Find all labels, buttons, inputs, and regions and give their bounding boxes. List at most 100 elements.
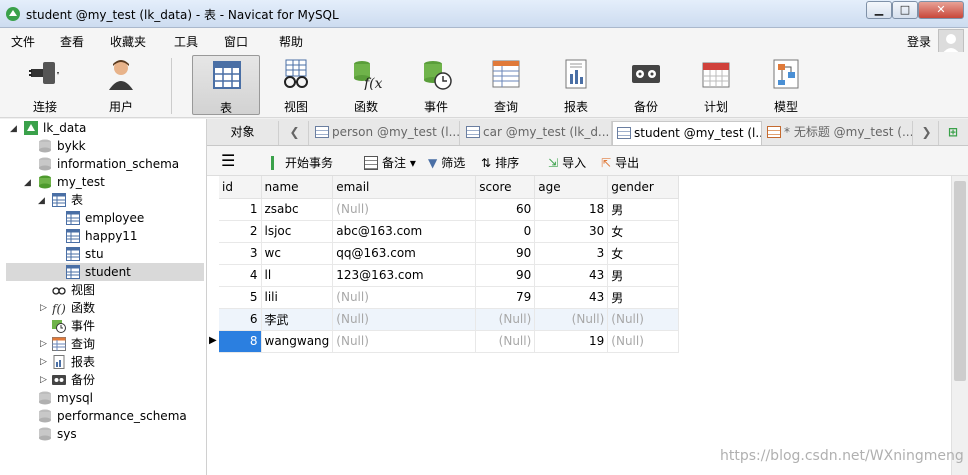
cell-gender[interactable]: 男 — [607, 264, 680, 287]
toolbar-event-button[interactable]: 事件 — [405, 55, 467, 115]
cell-id[interactable]: 6 — [219, 308, 262, 331]
toolbar-backup-button[interactable]: 备份 — [615, 55, 677, 115]
database-performance-schema[interactable]: performance_schema — [38, 407, 187, 425]
toolbar-function-button[interactable]: f(x) 函数 — [335, 55, 397, 115]
tab-scroll-left[interactable]: ❮ — [281, 121, 309, 145]
cell-age[interactable]: 18 — [534, 198, 609, 221]
cell-id[interactable]: 2 — [219, 220, 262, 243]
cell-email[interactable]: 123@163.com — [332, 264, 477, 287]
menu-file[interactable]: 文件 — [11, 33, 35, 50]
cell-id[interactable]: 1 — [219, 198, 262, 221]
cell-email[interactable]: (Null) — [332, 286, 477, 309]
table-row[interactable]: 2 lsjoc abc@163.com 0 30 女 — [219, 220, 680, 243]
note-button[interactable]: 备注 ▾ — [364, 154, 416, 171]
tab-car[interactable]: car @my_test (lk_d... — [462, 121, 612, 145]
maximize-button[interactable]: □ — [892, 1, 918, 19]
table-row[interactable]: 6 李武 (Null) (Null) (Null) (Null) — [219, 308, 680, 331]
sort-button[interactable]: ⇅ 排序 — [481, 154, 519, 171]
cell-name[interactable]: lsjoc — [261, 220, 334, 243]
cell-name[interactable]: lili — [261, 286, 334, 309]
group-events[interactable]: 事件 — [52, 317, 95, 335]
database-my-test[interactable]: my_test — [38, 173, 105, 191]
scrollbar-thumb[interactable] — [954, 181, 966, 381]
toolbar-schedule-button[interactable]: 计划 — [685, 55, 747, 115]
tab-objects[interactable]: 对象 — [207, 121, 279, 145]
close-button[interactable]: ✕ — [918, 1, 964, 19]
menu-window[interactable]: 窗口 — [224, 33, 248, 50]
cell-email[interactable]: (Null) — [332, 330, 477, 353]
expand-arrow-icon[interactable]: ▷ — [40, 339, 47, 349]
toolbar-connect-button[interactable]: 连接 — [14, 55, 76, 115]
cell-age[interactable]: 30 — [534, 220, 609, 243]
minimize-button[interactable]: ▁ — [866, 1, 892, 19]
toolbar-report-button[interactable]: 报表 — [545, 55, 607, 115]
table-student[interactable]: student — [6, 263, 204, 281]
table-stu[interactable]: stu — [66, 245, 104, 263]
group-functions[interactable]: f() 函数 — [52, 299, 95, 317]
cell-score[interactable]: 90 — [475, 242, 536, 265]
table-row[interactable]: 4 ll 123@163.com 90 43 男 — [219, 264, 680, 287]
expand-arrow-icon[interactable]: ▷ — [40, 357, 47, 367]
begin-transaction-button[interactable]: 开始事务 — [271, 154, 333, 171]
database-information-schema[interactable]: information_schema — [38, 155, 179, 173]
menu-help[interactable]: 帮助 — [279, 33, 303, 50]
login-link[interactable]: 登录 — [907, 33, 931, 50]
cell-id[interactable]: 8 — [219, 330, 262, 353]
toolbar-user-button[interactable]: 用户 — [90, 55, 152, 115]
toolbar-query-button[interactable]: 查询 — [475, 55, 537, 115]
cell-gender[interactable]: 女 — [607, 242, 680, 265]
vertical-scrollbar[interactable] — [951, 176, 968, 475]
menu-tools[interactable]: 工具 — [174, 33, 198, 50]
table-row[interactable]: 5 lili (Null) 79 43 男 — [219, 286, 680, 309]
cell-score[interactable]: 60 — [475, 198, 536, 221]
cell-gender[interactable]: 男 — [607, 286, 680, 309]
table-employee[interactable]: employee — [66, 209, 144, 227]
connection-lk-data[interactable]: lk_data — [24, 119, 86, 137]
tab-student[interactable]: student @my_test (l... — [612, 121, 762, 145]
cell-age[interactable]: (Null) — [534, 308, 609, 331]
menu-view[interactable]: 查看 — [60, 33, 84, 50]
tab-person[interactable]: person @my_test (l... — [311, 121, 460, 145]
cell-age[interactable]: 3 — [534, 242, 609, 265]
database-sys[interactable]: sys — [38, 425, 77, 443]
column-header-gender[interactable]: gender — [607, 176, 680, 199]
cell-gender[interactable]: (Null) — [607, 330, 680, 353]
database-mysql[interactable]: mysql — [38, 389, 93, 407]
cell-email[interactable]: (Null) — [332, 198, 477, 221]
filter-button[interactable]: ▼ 筛选 — [428, 154, 465, 171]
table-row[interactable]: 1 zsabc (Null) 60 18 男 — [219, 198, 680, 221]
group-tables[interactable]: 表 — [52, 191, 83, 209]
table-row[interactable]: 8 wangwang (Null) (Null) 19 (Null) — [219, 330, 680, 353]
cell-gender[interactable]: 男 — [607, 198, 680, 221]
tab-untitled-query[interactable]: * 无标题 @my_test (... — [763, 121, 913, 145]
collapse-arrow-icon[interactable]: ◢ — [10, 124, 17, 134]
cell-name[interactable]: 李武 — [261, 308, 334, 331]
toolbar-model-button[interactable]: 模型 — [755, 55, 817, 115]
cell-score[interactable]: (Null) — [475, 308, 536, 331]
column-header-email[interactable]: email — [332, 176, 477, 199]
group-reports[interactable]: 报表 — [52, 353, 95, 371]
menu-favorites[interactable]: 收藏夹 — [110, 33, 146, 50]
toolbar-table-button[interactable]: 表 — [192, 55, 260, 115]
cell-id[interactable]: 3 — [219, 242, 262, 265]
group-backups[interactable]: 备份 — [52, 371, 95, 389]
column-header-age[interactable]: age — [534, 176, 609, 199]
database-bykk[interactable]: bykk — [38, 137, 86, 155]
group-queries[interactable]: 查询 — [52, 335, 95, 353]
cell-score[interactable]: 0 — [475, 220, 536, 243]
export-button[interactable]: ⇱ 导出 — [601, 154, 639, 171]
expand-arrow-icon[interactable]: ▷ — [40, 303, 47, 313]
cell-name[interactable]: wc — [261, 242, 334, 265]
cell-id[interactable]: 4 — [219, 264, 262, 287]
column-header-id[interactable]: id — [219, 176, 262, 199]
cell-age[interactable]: 43 — [534, 264, 609, 287]
new-tab-button[interactable]: ⊞ — [939, 121, 967, 145]
cell-age[interactable]: 43 — [534, 286, 609, 309]
tab-scroll-right[interactable]: ❯ — [915, 121, 939, 145]
column-header-score[interactable]: score — [475, 176, 536, 199]
menu-hamburger-icon[interactable]: ☰ — [221, 151, 235, 170]
cell-score[interactable]: (Null) — [475, 330, 536, 353]
cell-name[interactable]: ll — [261, 264, 334, 287]
import-button[interactable]: ⇲ 导入 — [548, 154, 586, 171]
cell-name[interactable]: wangwang — [261, 330, 334, 353]
